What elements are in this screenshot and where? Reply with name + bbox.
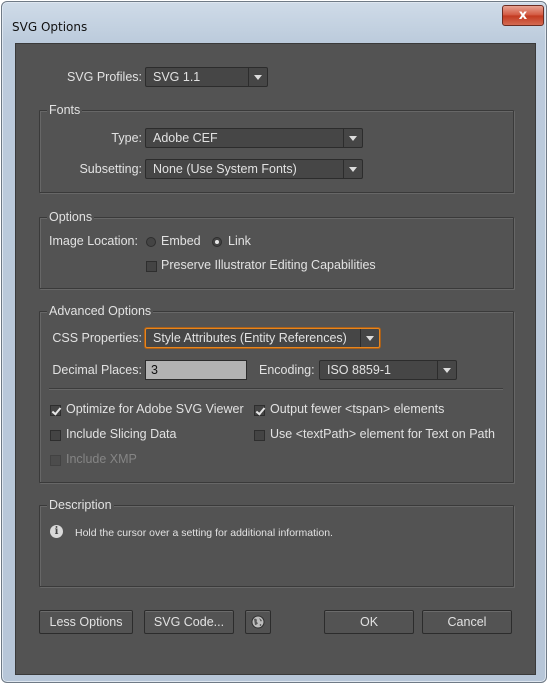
- include-slicing-checkbox[interactable]: [50, 430, 61, 441]
- ok-button[interactable]: OK: [324, 610, 414, 634]
- description-legend: Description: [47, 497, 114, 513]
- include-slicing-label[interactable]: Include Slicing Data: [66, 426, 176, 442]
- encoding-label: Encoding:: [259, 363, 315, 377]
- css-properties-value: Style Attributes (Entity References): [153, 331, 347, 345]
- decimal-places-label: Decimal Places:: [52, 363, 142, 377]
- link-radio[interactable]: [212, 237, 222, 247]
- subsetting-label: Subsetting:: [79, 162, 142, 176]
- web-preview-button[interactable]: [245, 610, 271, 634]
- css-properties-label: CSS Properties:: [52, 331, 142, 345]
- svg-profiles-label: SVG Profiles:: [66, 70, 142, 84]
- info-icon: i: [50, 525, 63, 538]
- chevron-down-icon: [343, 129, 362, 147]
- close-icon: x: [518, 8, 528, 23]
- font-type-dropdown[interactable]: Adobe CEF: [145, 128, 363, 148]
- use-textpath-label[interactable]: Use <textPath> element for Text on Path: [270, 426, 495, 442]
- options-group: [39, 217, 514, 289]
- include-xmp-label: Include XMP: [66, 452, 137, 466]
- dialog-body: SVG Profiles: SVG 1.1 Fonts Type: Adobe …: [15, 43, 536, 675]
- fonts-group: [39, 110, 514, 193]
- options-legend: Options: [47, 209, 95, 225]
- use-textpath-checkbox[interactable]: [254, 430, 265, 441]
- close-button[interactable]: x: [502, 5, 544, 26]
- encoding-dropdown[interactable]: ISO 8859-1: [319, 360, 457, 380]
- font-type-value: Adobe CEF: [153, 131, 218, 145]
- chevron-down-icon: [343, 160, 362, 178]
- cancel-button[interactable]: Cancel: [422, 610, 512, 634]
- advanced-options-legend: Advanced Options: [47, 303, 154, 319]
- chevron-down-icon: [437, 361, 456, 379]
- optimize-svg-viewer-label[interactable]: Optimize for Adobe SVG Viewer: [66, 401, 244, 417]
- font-type-label: Type:: [111, 131, 142, 145]
- decimal-places-input[interactable]: 3: [145, 360, 247, 380]
- image-location-label: Image Location:: [49, 234, 138, 248]
- chevron-down-icon: [248, 68, 267, 86]
- svg-profiles-dropdown[interactable]: SVG 1.1: [145, 67, 268, 87]
- embed-radio[interactable]: [146, 237, 156, 247]
- include-xmp-checkbox: [50, 455, 61, 466]
- fonts-legend: Fonts: [47, 102, 83, 118]
- globe-icon: [251, 615, 265, 629]
- description-group: [39, 505, 514, 587]
- svg-profiles-value: SVG 1.1: [153, 70, 201, 84]
- optimize-svg-viewer-checkbox[interactable]: [50, 405, 61, 416]
- output-fewer-tspan-checkbox[interactable]: [254, 405, 265, 416]
- preserve-editing-checkbox[interactable]: [146, 261, 157, 272]
- encoding-value: ISO 8859-1: [327, 363, 391, 377]
- subsetting-dropdown[interactable]: None (Use System Fonts): [145, 159, 363, 179]
- advanced-separator: [49, 388, 503, 390]
- description-text: Hold the cursor over a setting for addit…: [75, 527, 333, 539]
- chevron-down-icon: [360, 329, 379, 347]
- svg-options-dialog: SVG Options x SVG Profiles: SVG 1.1 Font…: [1, 1, 547, 683]
- subsetting-value: None (Use System Fonts): [153, 162, 297, 176]
- preserve-editing-label[interactable]: Preserve Illustrator Editing Capabilitie…: [161, 257, 376, 273]
- link-label[interactable]: Link: [228, 233, 251, 249]
- svg-code-button[interactable]: SVG Code...: [144, 610, 234, 634]
- window-title: SVG Options: [12, 20, 88, 34]
- title-bar[interactable]: SVG Options x: [2, 2, 546, 36]
- less-options-button[interactable]: Less Options: [39, 610, 133, 634]
- css-properties-dropdown[interactable]: Style Attributes (Entity References): [145, 328, 380, 348]
- output-fewer-tspan-label[interactable]: Output fewer <tspan> elements: [270, 401, 444, 417]
- embed-label[interactable]: Embed: [161, 233, 201, 249]
